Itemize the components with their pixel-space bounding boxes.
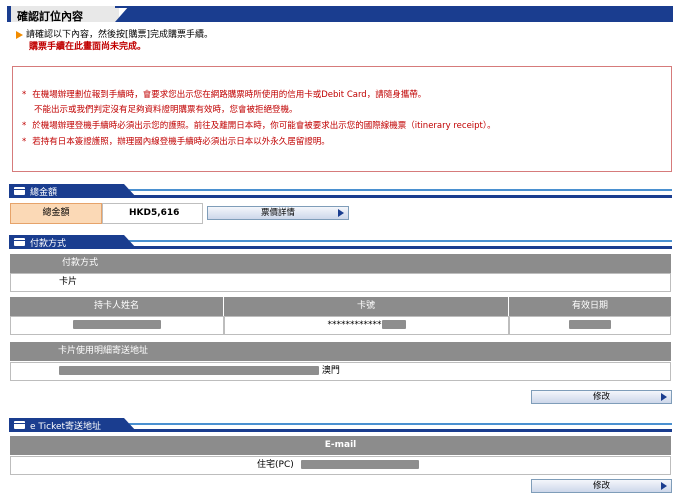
arrow-right-icon — [16, 30, 23, 39]
play-arrow-icon — [338, 209, 344, 217]
card-icon — [14, 187, 25, 195]
total-label: 總金額 — [10, 203, 102, 224]
expiry-date-header: 有效日期 — [509, 297, 671, 316]
notice-line: 不能出示或我們判定沒有足夠資料證明購票有效時，您會被拒絕登機。 — [34, 105, 298, 115]
card-number-header: 卡號 — [224, 297, 509, 316]
page-title-bar: 確認訂位內容 — [7, 6, 673, 23]
redacted-text — [381, 320, 406, 329]
play-arrow-icon — [661, 393, 667, 401]
cardholder-name-value — [10, 316, 224, 335]
notice-line: * 於機場辦理登機手續時必須出示您的護照。前往及離開日本時，你可能會被要求出示您的… — [22, 121, 496, 131]
card-icon — [14, 238, 25, 246]
expiry-date-value — [509, 316, 671, 335]
fare-detail-button[interactable]: 票價詳情 — [207, 206, 349, 220]
billing-address-header: 卡片使用明細寄送地址 — [10, 342, 671, 361]
email-header: E-mail — [10, 436, 671, 455]
notice-box: * 在機場辦理劃位報到手續時，會要求您出示您在網路購票時所使用的信用卡或Debit… — [12, 66, 672, 172]
eticket-edit-button[interactable]: 修改 — [531, 479, 672, 493]
eticket-section-header: e Ticket寄送地址 — [9, 418, 672, 432]
page-title: 確認訂位內容 — [17, 10, 83, 23]
mail-icon — [14, 421, 25, 429]
redacted-text — [569, 320, 611, 329]
payment-edit-button[interactable]: 修改 — [531, 390, 672, 404]
billing-address-value: 澳門 — [10, 362, 671, 381]
total-amount: HKD5,616 — [102, 203, 203, 224]
play-arrow-icon — [661, 482, 667, 490]
card-number-value: ************ — [224, 316, 509, 335]
notice-line: * 若持有日本簽證護照，辦理國內線登機手續時必須出示日本以外永久居留證明。 — [22, 137, 330, 147]
payment-method-value: 卡片 — [10, 273, 671, 292]
email-value: 住宅(PC) — [10, 456, 671, 475]
notice-line: * 在機場辦理劃位報到手續時，會要求您出示您在網路購票時所使用的信用卡或Debit… — [22, 90, 427, 100]
cardholder-name-header: 持卡人姓名 — [10, 297, 224, 316]
warning-text: 購票手續在此畫面尚未完成。 — [29, 42, 147, 52]
redacted-text — [73, 320, 161, 329]
payment-method-header: 付款方式 — [10, 254, 671, 273]
redacted-text — [59, 366, 319, 375]
payment-section-header: 付款方式 — [9, 235, 672, 249]
total-section-header: 總金額 — [9, 184, 672, 198]
redacted-text — [300, 460, 419, 469]
